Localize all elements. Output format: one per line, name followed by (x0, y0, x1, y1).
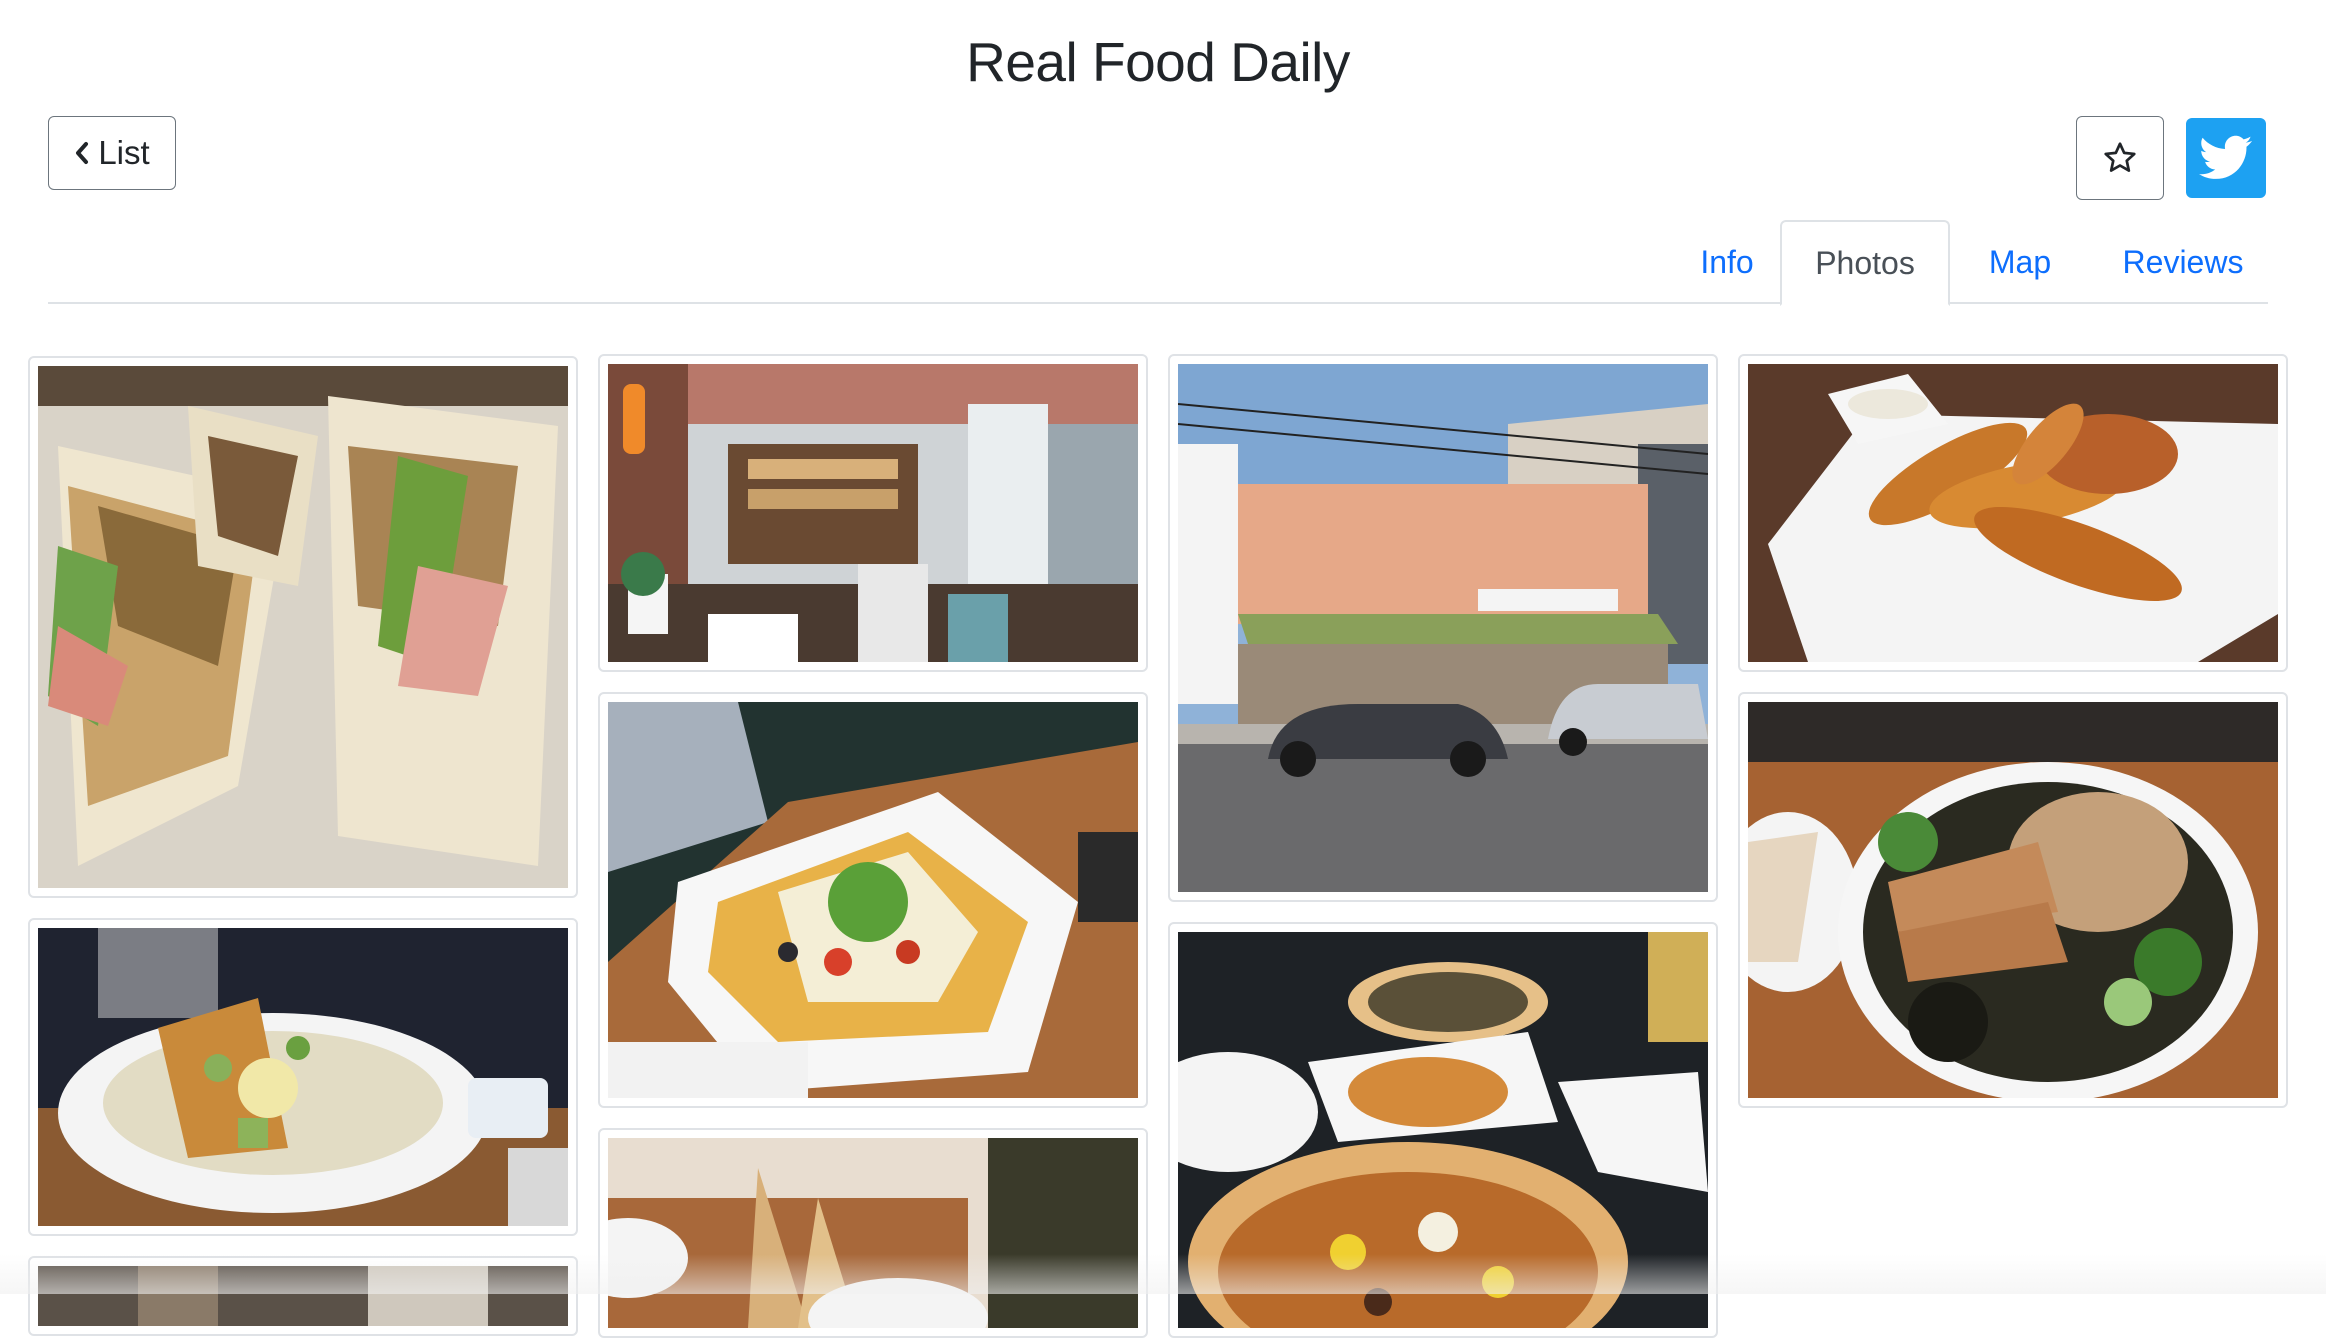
tab-info[interactable]: Info (1666, 220, 1788, 304)
photo-storefront (1178, 364, 1708, 892)
photo-tacos (38, 928, 568, 1226)
photo-potato-wedges (1748, 364, 2278, 662)
photo-card[interactable] (28, 356, 578, 898)
photo-pizza (1178, 932, 1708, 1328)
detail-tabs: Info Photos Map Reviews (48, 220, 2268, 306)
back-to-list-button[interactable]: List (48, 116, 176, 190)
photo-card[interactable] (1168, 354, 1718, 902)
page-title: Real Food Daily (966, 31, 1350, 93)
twitter-icon (2199, 135, 2253, 181)
photo-card[interactable] (598, 1128, 1148, 1338)
photo-card[interactable] (1168, 922, 1718, 1338)
back-button-label: List (98, 134, 150, 171)
star-outline-icon (2102, 140, 2138, 176)
photo-card[interactable] (28, 918, 578, 1236)
tab-map[interactable]: Map (1958, 220, 2082, 304)
photo-flatbread (608, 1138, 1138, 1328)
tab-reviews[interactable]: Reviews (2100, 220, 2266, 304)
photo-interior (608, 364, 1138, 662)
photo-card[interactable] (1738, 354, 2288, 672)
favorite-button[interactable] (2076, 116, 2164, 200)
photo-card[interactable] (598, 354, 1148, 672)
photo-card[interactable] (1738, 692, 2288, 1108)
photo-sandwich (38, 366, 568, 888)
tab-photos[interactable]: Photos (1780, 220, 1950, 306)
photo-card[interactable] (28, 1256, 578, 1336)
photo-grain-bowl (1748, 702, 2278, 1098)
photo-partial (38, 1266, 568, 1326)
photo-nachos (608, 702, 1138, 1098)
photo-card[interactable] (598, 692, 1148, 1108)
twitter-share-button[interactable] (2186, 118, 2266, 198)
chevron-left-icon (74, 141, 90, 165)
